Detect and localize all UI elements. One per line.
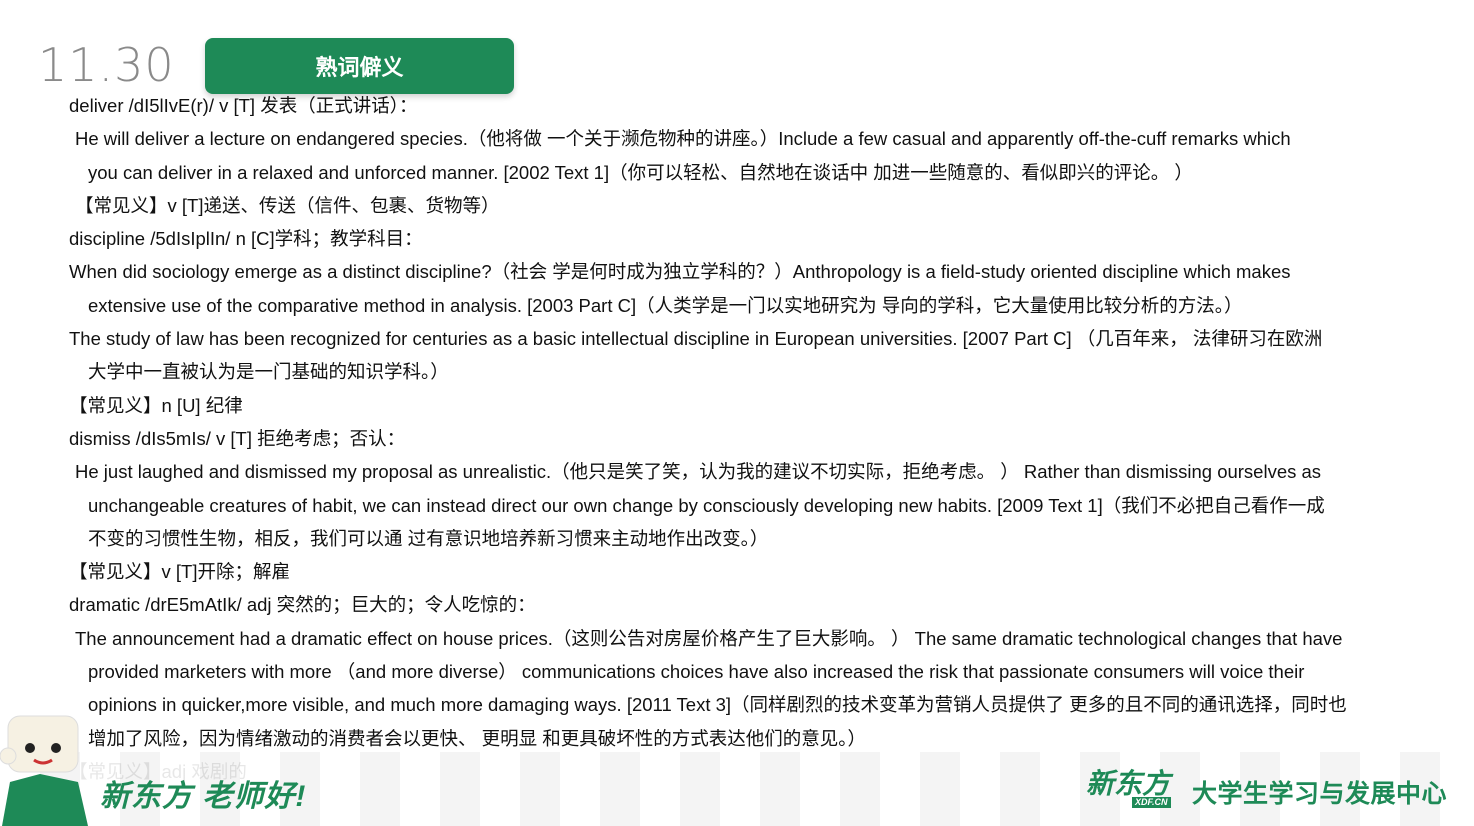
center-name: 大学生学习与发展中心 <box>1192 780 1448 808</box>
xdf-logo: 新东方 XDF.CN <box>1086 770 1178 810</box>
slogan: 新东方 老师好! <box>100 780 307 813</box>
text-line: 【常见义】v [T]开除；解雇 <box>69 561 290 583</box>
text-line: you can deliver in a relaxed and unforce… <box>88 161 1193 183</box>
text-line: unchangeable creatures of habit, we can … <box>88 494 1325 516</box>
topic-tag: 熟词僻义 <box>205 38 514 94</box>
text-line: When did sociology emerge as a distinct … <box>69 261 1291 283</box>
text-line: 【常见义】n [U] 纪律 <box>69 394 243 416</box>
mascot-icon <box>0 715 88 826</box>
text-line: deliver /dI5lIvE(r)/ v [T] 发表（正式讲话）： <box>69 95 418 116</box>
text-line: extensive use of the comparative method … <box>88 294 1243 316</box>
text-line: The study of law has been recognized for… <box>69 328 1323 350</box>
logo-cn-text: 新东方 <box>1086 768 1171 799</box>
text-line: 不变的习惯性生物，相反，我们可以通 过有意识地培养新习惯来主动地作出改变。） <box>88 527 769 549</box>
text-line: 大学中一直被认为是一门基础的知识学科。） <box>88 361 449 383</box>
text-line: 增加了风险，因为情绪激动的消费者会以更快、 更明显 和更具破坏性的方式表达他们的… <box>88 727 867 749</box>
text-line: opinions in quicker,more visible, and mu… <box>88 694 1347 716</box>
logo-en-text: XDF.CN <box>1132 797 1171 808</box>
text-line: dramatic /drE5mAtIk/ adj 突然的；巨大的；令人吃惊的： <box>69 594 536 616</box>
text-line: discipline /5dIsIplIn/ n [C]学科；教学科目： <box>69 228 423 250</box>
text-line: The announcement had a dramatic effect o… <box>75 627 1343 649</box>
vocabulary-notes: deliver /dI5lIvE(r)/ v [T] 发表（正式讲话）： He w… <box>69 89 1419 788</box>
text-line: provided marketers with more （and more d… <box>88 661 1305 683</box>
text-line: dismiss /dIs5mIs/ v [T] 拒绝考虑；否认： <box>69 427 406 449</box>
text-line: He just laughed and dismissed my proposa… <box>75 461 1322 483</box>
text-line: 【常见义】v [T]递送、传送（信件、包裹、货物等） <box>75 194 500 216</box>
text-line: He will deliver a lecture on endangered … <box>75 128 1291 150</box>
date-label: 11.30 <box>38 38 175 92</box>
